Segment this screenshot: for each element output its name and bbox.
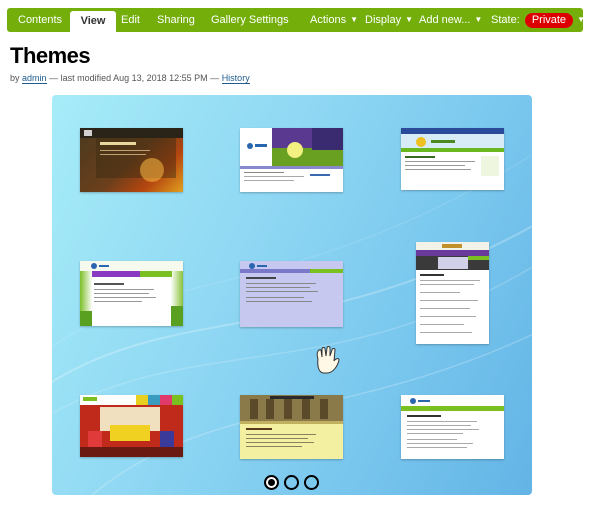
thumbnail-preview xyxy=(80,395,183,457)
tab-view[interactable]: View xyxy=(70,11,116,32)
thumbnail-preview xyxy=(80,261,183,326)
author-link[interactable]: admin xyxy=(22,73,47,84)
thumbnail-preview xyxy=(401,395,504,459)
theme-thumbnail-dark-autumn[interactable] xyxy=(80,128,183,192)
page-title: Themes xyxy=(10,43,91,68)
byline-by: by xyxy=(10,73,20,83)
thumbnail-preview xyxy=(80,128,183,182)
edit-bar: Contents View Edit Sharing Gallery Setti… xyxy=(7,8,585,32)
last-modified-text: — last modified Aug 13, 2018 12:55 PM — xyxy=(49,73,220,83)
add-new-menu[interactable]: Add new... ▼ xyxy=(419,8,482,32)
tab-sharing[interactable]: Sharing xyxy=(157,8,195,32)
theme-thumbnail-colorful-room[interactable] xyxy=(80,395,183,457)
state-badge: Private xyxy=(524,13,574,28)
pager-dot-2[interactable] xyxy=(284,475,299,490)
theme-thumbnail-lavender[interactable] xyxy=(240,261,343,327)
gallery-pager xyxy=(264,475,324,491)
theme-thumbnail-tall-purple[interactable] xyxy=(416,242,489,344)
thumbnail-preview xyxy=(401,128,504,176)
actions-menu-label: Actions xyxy=(310,14,347,26)
theme-thumbnail-blue-green[interactable] xyxy=(401,128,504,190)
chevron-down-icon: ▼ xyxy=(350,15,358,24)
document-byline: by admin — last modified Aug 13, 2018 12… xyxy=(10,73,250,84)
thumbnail-preview xyxy=(240,128,343,181)
chevron-down-icon: ▼ xyxy=(577,15,585,24)
theme-thumbnail-clean-green[interactable] xyxy=(401,395,504,459)
hand-cursor-icon xyxy=(316,346,340,374)
pager-dot-1[interactable] xyxy=(264,475,279,490)
state-menu-label: State: xyxy=(491,14,520,26)
tab-contents[interactable]: Contents xyxy=(18,8,62,32)
pager-dot-3[interactable] xyxy=(304,475,319,490)
display-menu-label: Display xyxy=(365,14,402,26)
gallery-viewer[interactable] xyxy=(52,95,532,495)
theme-thumbnail-yellow-vintage[interactable] xyxy=(240,395,343,459)
history-link[interactable]: History xyxy=(221,73,250,84)
display-menu[interactable]: Display ▼ xyxy=(365,8,413,32)
thumbnail-preview xyxy=(240,395,343,459)
thumbnail-preview xyxy=(240,261,343,327)
tab-gallery-settings[interactable]: Gallery Settings xyxy=(211,8,289,32)
theme-thumbnail-purple-landscape[interactable] xyxy=(240,128,343,192)
tab-edit[interactable]: Edit xyxy=(121,8,140,32)
add-new-menu-label: Add new... xyxy=(419,14,471,26)
chevron-down-icon: ▼ xyxy=(474,15,483,24)
chevron-down-icon: ▼ xyxy=(405,15,413,24)
theme-thumbnail-green-leaves[interactable] xyxy=(80,261,183,326)
thumbnail-preview xyxy=(416,242,489,333)
actions-menu[interactable]: Actions ▼ xyxy=(310,8,358,32)
state-menu[interactable]: State: Private ▼ xyxy=(491,8,585,32)
